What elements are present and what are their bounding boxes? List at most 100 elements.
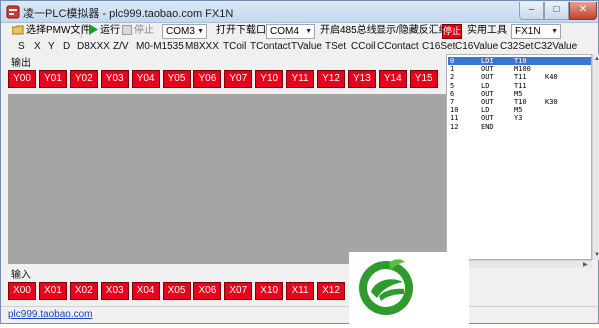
- input-label: 输入: [11, 270, 31, 281]
- com-port-2-value: COM4: [270, 26, 299, 37]
- code-row[interactable]: 6 OUT M5: [448, 90, 591, 98]
- register-button-ccontact[interactable]: CContact: [377, 40, 419, 53]
- code-cell-op: OUT: [481, 89, 494, 98]
- code-row[interactable]: 5 LD T11: [448, 82, 591, 90]
- register-button-d[interactable]: D: [63, 40, 70, 53]
- run-button[interactable]: 运行: [89, 23, 120, 39]
- code-cell-op: LD: [481, 81, 490, 90]
- status-link[interactable]: plc999.taobao.com: [8, 309, 93, 320]
- code-cell-num: 7: [450, 98, 455, 106]
- tools-label: 实用工具: [467, 25, 507, 36]
- scroll-right-icon[interactable]: ▶: [583, 262, 588, 268]
- input-x07[interactable]: X07: [224, 282, 253, 300]
- code-cell-a1: T11: [514, 73, 527, 82]
- stop-red-button[interactable]: 停止: [442, 24, 462, 39]
- register-button-s[interactable]: S: [18, 40, 25, 53]
- input-x06[interactable]: X06: [193, 282, 222, 300]
- scroll-up-icon[interactable]: ▲: [594, 56, 599, 62]
- output-y01[interactable]: Y01: [38, 70, 67, 88]
- title-bar: 凌一PLC模拟器 - plc999.taobao.com FX1N ‒ □ ✕: [1, 1, 598, 23]
- code-row[interactable]: 2 OUT T11 K40: [448, 73, 591, 81]
- register-button-tcontact[interactable]: TContact: [250, 40, 291, 53]
- code-cell-op: OUT: [481, 98, 494, 106]
- input-x02[interactable]: X02: [69, 282, 98, 300]
- toggle-disasm-button[interactable]: 显示/隐藏反汇编: [376, 23, 449, 39]
- register-button-z-v[interactable]: Z/V: [113, 40, 129, 53]
- register-button-c32set[interactable]: C32Set: [500, 40, 533, 53]
- output-y07[interactable]: Y07: [224, 70, 253, 88]
- output-y14[interactable]: Y14: [378, 70, 407, 88]
- input-x05[interactable]: X05: [162, 282, 191, 300]
- code-row[interactable]: 10 LD M5: [448, 106, 591, 114]
- code-cell-a2: K40: [545, 73, 558, 82]
- input-x00[interactable]: X00: [8, 282, 36, 300]
- play-icon: [89, 24, 98, 35]
- output-y06[interactable]: Y06: [193, 70, 222, 88]
- input-x03[interactable]: X03: [100, 282, 129, 300]
- output-y12[interactable]: Y12: [317, 70, 345, 88]
- code-row[interactable]: 11 OUT Y3: [448, 114, 591, 122]
- output-y11[interactable]: Y11: [286, 70, 315, 88]
- open-download-button[interactable]: 打开下载口: [216, 23, 266, 39]
- input-x04[interactable]: X04: [131, 282, 160, 300]
- register-button-x[interactable]: X: [34, 40, 41, 53]
- code-row[interactable]: 0 LDI T10: [448, 57, 591, 65]
- tools-menu-button[interactable]: 实用工具 ▼: [467, 23, 517, 39]
- register-button-m0-m1535[interactable]: M0-M1535: [136, 40, 184, 53]
- folder-icon: [12, 25, 24, 35]
- output-y00[interactable]: Y00: [8, 70, 36, 88]
- input-x11[interactable]: X11: [286, 282, 315, 300]
- register-button-tset[interactable]: TSet: [325, 40, 346, 53]
- open-485-button[interactable]: 开启485总线: [320, 23, 377, 39]
- register-button-d8xxx[interactable]: D8XXX: [77, 40, 110, 53]
- output-y04[interactable]: Y04: [131, 70, 160, 88]
- select-pmw-button[interactable]: 选择PMW文件: [12, 23, 90, 39]
- com-port-1-value: COM3: [166, 26, 195, 37]
- code-cell-a1: M5: [514, 106, 523, 115]
- code-cell-op: LDI: [481, 57, 494, 65]
- stop-button[interactable]: 停止: [122, 23, 154, 39]
- output-y15[interactable]: Y15: [409, 70, 438, 88]
- plc-model-value: FX1N: [515, 26, 541, 37]
- open-485-label: 开启485总线: [320, 25, 377, 36]
- register-button-m8xxx[interactable]: M8XXX: [185, 40, 219, 53]
- code-row[interactable]: 1 OUT M100: [448, 65, 591, 73]
- output-y10[interactable]: Y10: [255, 70, 284, 88]
- input-x01[interactable]: X01: [38, 282, 67, 300]
- register-button-tcoil[interactable]: TCoil: [223, 40, 246, 53]
- code-row[interactable]: 7 OUT T10 K30: [448, 98, 591, 106]
- maximize-button[interactable]: □: [544, 2, 569, 20]
- code-cell-num: 6: [450, 89, 455, 98]
- code-cell-a2: K30: [545, 98, 558, 106]
- output-y02[interactable]: Y02: [69, 70, 98, 88]
- output-y05[interactable]: Y05: [162, 70, 191, 88]
- register-button-c16set[interactable]: C16Set: [422, 40, 455, 53]
- com-port-select-2[interactable]: COM4 ▼: [266, 24, 315, 39]
- plc-model-select[interactable]: FX1N ▼: [511, 24, 561, 39]
- input-x10[interactable]: X10: [255, 282, 284, 300]
- scroll-down-icon[interactable]: ▼: [594, 252, 599, 258]
- register-button-c16value[interactable]: C16Value: [455, 40, 498, 53]
- output-label: 输出: [11, 58, 31, 69]
- output-y03[interactable]: Y03: [100, 70, 129, 88]
- register-button-y[interactable]: Y: [48, 40, 55, 53]
- register-button-tvalue[interactable]: TValue: [291, 40, 322, 53]
- output-y13[interactable]: Y13: [347, 70, 376, 88]
- com-port-select-1[interactable]: COM3 ▼: [162, 24, 207, 39]
- chevron-down-icon: ▼: [551, 28, 558, 35]
- code-cell-num: 1: [450, 65, 455, 74]
- main-toolbar: 选择PMW文件 运行 停止 COM3 ▼ 打开下载口 COM4 ▼ 开启485总…: [1, 23, 598, 40]
- input-x12[interactable]: X12: [317, 282, 345, 300]
- toolbar-separator: [81, 25, 82, 38]
- register-button-c32value[interactable]: C32Value: [534, 40, 577, 53]
- code-cell-op: LD: [481, 106, 490, 115]
- minimize-button[interactable]: ‒: [519, 2, 544, 20]
- close-button[interactable]: ✕: [569, 2, 597, 20]
- vertical-scrollbar[interactable]: ▲ ▼: [592, 54, 599, 260]
- code-cell-a1: Y3: [514, 114, 523, 123]
- register-button-ccoil[interactable]: CCoil: [351, 40, 375, 53]
- code-cell-num: 2: [450, 73, 455, 82]
- code-row[interactable]: 12 END: [448, 123, 591, 131]
- leaf-logo-icon: [359, 259, 413, 315]
- disassembly-list[interactable]: 0 LDI T10 1 OUT M100 2 OUT T11 K40 5 LD T11 6 OUT M5 7 OU…: [446, 54, 592, 260]
